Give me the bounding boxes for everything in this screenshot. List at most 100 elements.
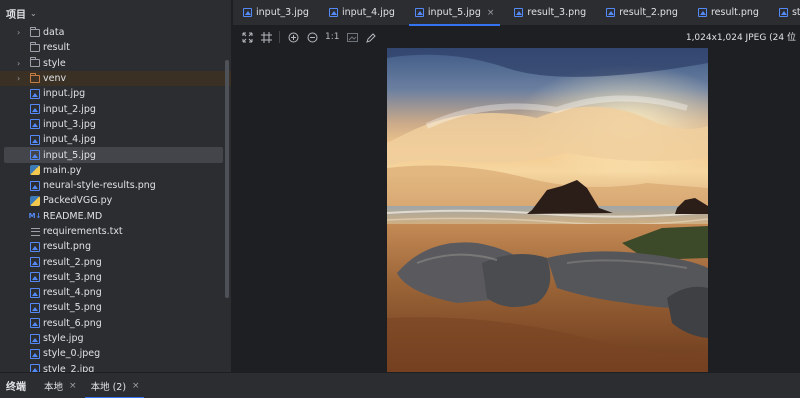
tree-item[interactable]: neural-style-results.png [0, 178, 231, 193]
chevron-right-icon[interactable]: › [17, 74, 20, 83]
toolbar-separator [279, 31, 280, 43]
tab-label: style_0.j [791, 7, 800, 18]
markdown-file-icon: M↓ [28, 212, 42, 221]
tree-item[interactable]: result_5.png [0, 300, 231, 315]
image-file-icon [30, 150, 40, 161]
editor-tab[interactable]: result.png [688, 0, 769, 26]
tree-item-label: main.py [43, 164, 82, 176]
tab-label: result_2.png [619, 7, 678, 18]
tree-item-label: input_4.jpg [43, 134, 96, 146]
image-file-icon [30, 180, 40, 191]
tree-item[interactable]: style_0.jpeg [0, 346, 231, 361]
close-icon[interactable]: × [487, 8, 495, 18]
terminal-title: 终端 [6, 382, 26, 393]
close-icon[interactable]: × [132, 381, 140, 391]
image-file-icon [30, 318, 40, 329]
editor-tab-bar: input_3.jpg input_4.jpg input_5.jpg × result… [233, 0, 800, 26]
project-header[interactable]: 项目 ⌄ [0, 0, 231, 26]
tree-item-label: result_6.png [43, 317, 102, 329]
tab-label: input_5.jpg [427, 7, 481, 18]
fit-zoom-icon[interactable] [241, 31, 253, 43]
tree-item[interactable]: result.png [0, 239, 231, 254]
tree-item[interactable]: › style [0, 56, 231, 71]
tree-item-label: result [43, 42, 70, 54]
tree-item[interactable]: input_4.jpg [0, 132, 231, 147]
image-file-icon [30, 348, 40, 359]
editor-tab[interactable]: style_0.j [769, 0, 800, 26]
tree-item[interactable]: result_2.png [0, 254, 231, 269]
image-preview [387, 48, 708, 372]
terminal-bar: 终端 本地 × 本地 (2) × [0, 372, 800, 398]
tree-item-label: neural-style-results.png [43, 180, 156, 192]
zoom-out-icon[interactable] [306, 31, 318, 43]
tree-item[interactable]: main.py [0, 163, 231, 178]
tree-item-label: style [43, 57, 66, 69]
image-file-icon [30, 333, 40, 344]
terminal-tabs: 本地 × 本地 (2) × [36, 373, 146, 398]
zoom-in-icon[interactable] [287, 31, 299, 43]
tree-item[interactable]: input_3.jpg [0, 117, 231, 132]
editor-tab[interactable]: input_5.jpg × [405, 0, 505, 26]
beach-sunset-image [387, 48, 708, 372]
tree-item[interactable]: input.jpg [0, 86, 231, 101]
image-info: 1,024x1,024 JPEG (24 位 [685, 33, 796, 43]
tree-item-label: input_5.jpg [43, 149, 96, 161]
tree-item[interactable]: input_2.jpg [0, 101, 231, 116]
tree-item-label: README.MD [43, 210, 103, 222]
terminal-tab-label: 本地 (2) [90, 381, 127, 393]
editor-tab[interactable]: input_3.jpg [233, 0, 319, 26]
tree-item[interactable]: › venv [0, 70, 231, 87]
tree-item[interactable]: › data [0, 25, 231, 40]
close-icon[interactable]: × [69, 381, 77, 391]
image-file-icon [30, 302, 40, 313]
tree-item[interactable]: input_5.jpg [4, 147, 223, 163]
image-file-icon [606, 8, 616, 17]
image-file-icon [697, 8, 707, 17]
image-background-icon[interactable] [346, 31, 358, 43]
tab-label: result.png [710, 7, 759, 18]
tab-label: result_3.png [527, 7, 587, 18]
image-file-icon [328, 8, 338, 17]
image-file-icon [243, 8, 252, 17]
tree-item[interactable]: style.jpg [0, 331, 231, 346]
terminal-tab-label: 本地 [44, 381, 64, 393]
tree-item-label: style_0.jpeg [43, 348, 101, 360]
grid-icon[interactable] [260, 31, 272, 43]
folder-icon [30, 72, 40, 84]
image-file-icon [30, 287, 40, 298]
tab-label: input_4.jpg [341, 7, 395, 18]
editor-tab[interactable]: result_2.png [596, 0, 688, 26]
tree-item-label: style.jpg [43, 333, 84, 345]
project-panel: 项目 ⌄ › data result › style › venv input.jpg inpu… [0, 0, 232, 372]
image-file-icon [30, 119, 40, 130]
actual-size-button[interactable]: 1:1 [325, 31, 339, 43]
color-picker-icon[interactable] [365, 31, 377, 43]
folder-icon [30, 41, 40, 53]
image-file-icon [30, 257, 40, 268]
tree-item[interactable]: result_4.png [0, 285, 231, 300]
python-file-icon [30, 195, 40, 206]
editor-tab[interactable]: result_3.png [504, 0, 596, 26]
editor-tab[interactable]: input_4.jpg [319, 0, 405, 26]
terminal-tab[interactable]: 本地 × [36, 373, 83, 398]
python-file-icon [30, 165, 40, 176]
image-file-icon [30, 272, 40, 283]
tree-item-label: result_4.png [43, 287, 102, 299]
chevron-down-icon[interactable]: ⌄ [30, 9, 37, 18]
tree-item-label: requirements.txt [43, 226, 123, 237]
chevron-right-icon[interactable]: › [17, 28, 20, 37]
tree-item[interactable]: result_6.png [0, 316, 231, 331]
image-file-icon [30, 134, 40, 145]
tree-item[interactable]: style_2.jpg [0, 362, 231, 372]
text-file-icon [30, 227, 40, 237]
project-title: 项目 [6, 9, 26, 21]
tree-item[interactable]: PackedVGG.py [0, 193, 231, 208]
vertical-scrollbar[interactable] [225, 60, 229, 298]
tree-item[interactable]: result [0, 40, 231, 55]
terminal-tab[interactable]: 本地 (2) × [83, 373, 146, 398]
tab-label: input_3.jpg [256, 7, 309, 18]
tree-item[interactable]: result_3.png [0, 270, 231, 285]
tree-item[interactable]: requirements.txt [0, 224, 231, 239]
tree-item[interactable]: M↓ README.MD [0, 209, 231, 224]
chevron-right-icon[interactable]: › [17, 59, 20, 68]
